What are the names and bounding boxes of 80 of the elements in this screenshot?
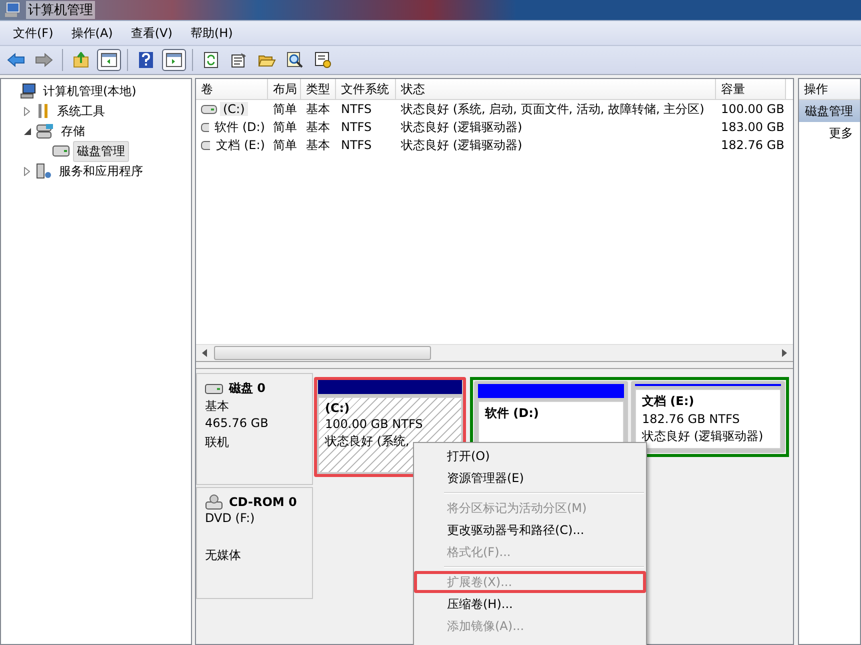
table-cell: 简单 (273, 100, 297, 118)
table-cell: 基本 (306, 118, 330, 136)
window-title: 计算机管理 (26, 1, 95, 19)
table-cell: 状态良好 (逻辑驱动器) (401, 118, 522, 136)
expanded-triangle-icon[interactable] (24, 128, 30, 134)
column-header[interactable]: 容量 (716, 79, 786, 99)
partition-info: 100.00 GB NTFS (325, 417, 424, 431)
table-cell: NTFS (341, 102, 372, 116)
computer-icon (4, 2, 20, 18)
partition-name: 软件 (D:) (485, 405, 540, 422)
show-pane-icon (166, 53, 182, 67)
column-header[interactable]: 卷 (196, 79, 268, 99)
column-header[interactable]: 状态 (396, 79, 716, 99)
partition-info: 状态良好 (逻辑驱动器) (642, 428, 764, 445)
table-cell: 183.00 GB (721, 120, 784, 134)
disk-info: 基本 (205, 398, 230, 415)
table-cell: 182.76 GB (721, 138, 784, 152)
menu-item[interactable]: 帮助(H) (181, 24, 242, 42)
show-tree-icon (101, 53, 117, 67)
forward-arrow-icon (35, 53, 53, 67)
disk-drive-icon (52, 144, 70, 158)
scrollbar-thumb[interactable] (214, 346, 431, 360)
storage-icon (36, 123, 54, 139)
collapsed-triangle-icon[interactable] (24, 106, 30, 116)
disk-name: CD-ROM 0 (229, 495, 297, 509)
collapsed-triangle-icon[interactable] (24, 166, 30, 176)
refresh-document-icon (204, 52, 218, 68)
help-icon (139, 52, 153, 68)
disk-status: 无媒体 (205, 547, 242, 564)
partition-info: 182.76 GB NTFS (642, 412, 741, 426)
disk-status: 联机 (205, 434, 230, 451)
disk-info: DVD (F:) (205, 511, 256, 527)
table-cell: 基本 (306, 100, 330, 118)
disk-info: 465.76 GB (205, 416, 270, 432)
table-cell: 100.00 GB (721, 102, 784, 116)
partition-body[interactable]: 文档 (E:) 182.76 GB NTFS 状态良好 (逻辑驱动器) (635, 389, 781, 449)
open-folder-icon (258, 53, 276, 67)
back-arrow-icon (7, 53, 25, 67)
settings-icon (315, 52, 331, 68)
table-cell: NTFS (341, 138, 372, 152)
table-cell: 状态良好 (逻辑驱动器) (401, 136, 522, 154)
toolbar-button[interactable] (162, 49, 186, 71)
scroll-right-icon[interactable] (779, 348, 789, 358)
menu-item[interactable]: 文件(F) (4, 24, 62, 42)
tree-item[interactable]: 存储 (57, 120, 89, 142)
table-cell: 状态良好 (系统, 启动, 页面文件, 活动, 故障转储, 主分区) (401, 100, 704, 118)
column-header[interactable]: 布局 (268, 79, 301, 99)
table-cell: NTFS (341, 120, 372, 134)
tree-item[interactable]: 系统工具 (53, 100, 109, 122)
disk-name: 磁盘 0 (229, 380, 266, 397)
volume-name[interactable]: (C:) (220, 102, 248, 116)
column-header[interactable]: 类型 (301, 79, 336, 99)
volume-name[interactable]: 软件 (D:) (212, 118, 268, 136)
magnifier-icon (287, 52, 303, 68)
properties-icon (231, 52, 247, 68)
menu-item[interactable]: 查看(V) (122, 24, 182, 42)
disk-drive-icon (205, 384, 223, 394)
tree-item[interactable]: 计算机管理(本地) (39, 80, 140, 102)
table-cell: 简单 (273, 118, 297, 136)
tree-item[interactable]: 磁盘管理 (73, 140, 129, 162)
tree-item[interactable]: 服务和应用程序 (55, 160, 147, 182)
disk-label-panel[interactable]: CD-ROM 0 DVD (F:) 无媒体 (196, 487, 313, 599)
action-group-header[interactable]: 磁盘管理 (799, 100, 860, 122)
table-cell: 基本 (306, 136, 330, 154)
partition-name: (C:) (325, 401, 351, 415)
folder-up-icon (73, 52, 89, 68)
computer-icon (20, 83, 36, 99)
partition-block[interactable]: 文档 (E:) 182.76 GB NTFS 状态良好 (逻辑驱动器) (631, 381, 785, 453)
scroll-left-icon[interactable] (200, 348, 210, 358)
toolbar-button[interactable] (97, 49, 121, 71)
disk-label-panel[interactable]: 磁盘 0 基本 465.76 GB 联机 (196, 373, 313, 485)
volume-name[interactable]: 文档 (E:) (213, 136, 268, 154)
context-menu-item[interactable]: 更改驱动器号和路径(C)... (414, 519, 646, 541)
server-gear-icon (36, 163, 52, 179)
menu-item[interactable]: 操作(A) (62, 24, 122, 42)
column-header[interactable]: 文件系统 (336, 79, 396, 99)
context-menu-item[interactable]: 压缩卷(H)... (414, 593, 646, 615)
partition-info: 状态良好 (系统, (325, 433, 410, 450)
table-cell: 简单 (273, 136, 297, 154)
partition-name: 文档 (E:) (642, 393, 696, 410)
